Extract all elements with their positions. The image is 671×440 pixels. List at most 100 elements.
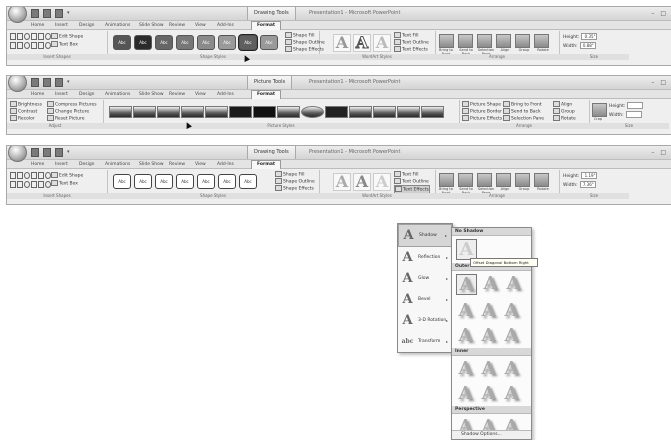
picture-effects-button[interactable]: Picture Effects bbox=[462, 115, 502, 123]
tab-format[interactable]: Format bbox=[251, 160, 282, 169]
rotate-icon[interactable] bbox=[534, 173, 549, 187]
redo-icon[interactable] bbox=[55, 148, 63, 157]
picture-style-swatch[interactable] bbox=[133, 106, 156, 118]
align-icon[interactable] bbox=[496, 173, 511, 187]
shape-style-swatch[interactable]: Abc bbox=[218, 174, 236, 189]
rotate-icon[interactable] bbox=[534, 34, 549, 48]
shape-style-swatch[interactable]: Abc bbox=[134, 35, 152, 50]
selection-pane-icon[interactable] bbox=[477, 34, 492, 48]
qat-dropdown-icon[interactable]: ▾ bbox=[67, 78, 70, 87]
picture-style-swatch[interactable] bbox=[349, 106, 372, 118]
text-box-button[interactable]: Text Box bbox=[51, 180, 78, 188]
edit-shape-button[interactable]: Edit Shape bbox=[51, 33, 83, 41]
bring-to-front-icon[interactable] bbox=[439, 34, 454, 48]
tab-slide-show[interactable]: Slide Show bbox=[139, 161, 164, 168]
tab-design[interactable]: Design bbox=[79, 91, 95, 98]
inner-shadow-option[interactable]: A bbox=[502, 384, 521, 403]
picture-style-swatch[interactable] bbox=[181, 106, 204, 118]
shape-style-swatch[interactable]: Abc bbox=[218, 35, 236, 50]
inner-shadow-option[interactable]: A bbox=[456, 359, 475, 378]
save-icon[interactable] bbox=[31, 9, 39, 18]
shape-style-swatch[interactable]: Abc bbox=[155, 174, 173, 189]
edit-shape-button[interactable]: Edit Shape bbox=[51, 172, 83, 180]
outer-shadow-option[interactable]: A bbox=[479, 301, 498, 320]
picture-style-swatch[interactable] bbox=[301, 106, 324, 118]
undo-icon[interactable] bbox=[43, 78, 51, 87]
shape-style-swatch[interactable]: Abc bbox=[176, 35, 194, 50]
shape-effects-button[interactable]: Shape Effects bbox=[285, 46, 324, 54]
tab-add-ins[interactable]: Add-Ins bbox=[217, 22, 234, 29]
minimize-icon[interactable]: – bbox=[651, 79, 654, 86]
picture-style-swatch[interactable] bbox=[205, 106, 228, 118]
height-spinner[interactable]: Height: 1.19" bbox=[563, 172, 598, 180]
picture-style-swatch[interactable] bbox=[325, 106, 348, 118]
tab-review[interactable]: Review bbox=[169, 161, 185, 168]
inner-shadow-option[interactable]: A bbox=[479, 384, 498, 403]
height-spinner[interactable]: Height: 0.35" bbox=[563, 33, 598, 41]
crop-icon[interactable] bbox=[592, 103, 607, 117]
save-icon[interactable] bbox=[31, 148, 39, 157]
tab-add-ins[interactable]: Add-Ins bbox=[217, 91, 234, 98]
shape-style-swatch[interactable]: Abc bbox=[134, 174, 152, 189]
tab-add-ins[interactable]: Add-Ins bbox=[217, 161, 234, 168]
selection-pane-button[interactable]: Selection Pane bbox=[503, 115, 544, 123]
group-icon[interactable] bbox=[515, 34, 530, 48]
tab-animations[interactable]: Animations bbox=[105, 22, 130, 29]
shape-style-swatch[interactable]: Abc bbox=[197, 174, 215, 189]
wordart-style-swatch[interactable]: A bbox=[333, 173, 351, 191]
tab-slide-show[interactable]: Slide Show bbox=[139, 91, 164, 98]
width-spinner[interactable]: Width: 0.88" bbox=[563, 42, 596, 50]
picture-style-swatch[interactable] bbox=[229, 106, 252, 118]
text-effects-button[interactable]: Text Effects bbox=[394, 46, 428, 54]
tab-insert[interactable]: Insert bbox=[55, 91, 68, 98]
picture-style-swatch[interactable] bbox=[421, 106, 444, 118]
shapes-gallery[interactable] bbox=[10, 172, 51, 188]
outer-shadow-option[interactable]: A bbox=[504, 274, 523, 293]
inner-shadow-option[interactable]: A bbox=[502, 359, 521, 378]
wordart-style-swatch[interactable]: A bbox=[353, 173, 371, 191]
tab-home[interactable]: Home bbox=[31, 22, 44, 29]
no-shadow-option[interactable]: A bbox=[456, 239, 477, 260]
shape-style-swatch[interactable]: Abc bbox=[197, 35, 215, 50]
shape-style-swatch[interactable]: Abc bbox=[260, 35, 278, 50]
shape-style-swatch[interactable]: Abc bbox=[176, 174, 194, 189]
picture-style-swatch[interactable] bbox=[109, 106, 132, 118]
tab-insert[interactable]: Insert bbox=[55, 161, 68, 168]
picture-style-swatch[interactable] bbox=[397, 106, 420, 118]
qat-dropdown-icon[interactable]: ▾ bbox=[67, 148, 70, 157]
shapes-gallery[interactable] bbox=[10, 33, 51, 49]
tab-insert[interactable]: Insert bbox=[55, 22, 68, 29]
group-icon[interactable] bbox=[515, 173, 530, 187]
outer-shadow-option[interactable]: A bbox=[456, 274, 477, 295]
picture-style-swatch[interactable] bbox=[277, 106, 300, 118]
undo-icon[interactable] bbox=[43, 9, 51, 18]
qat-dropdown-icon[interactable]: ▾ bbox=[67, 9, 70, 18]
tab-format[interactable]: Format bbox=[251, 90, 282, 99]
redo-icon[interactable] bbox=[55, 78, 63, 87]
shape-style-swatch-selected[interactable]: Abc bbox=[239, 35, 257, 50]
tab-slide-show[interactable]: Slide Show bbox=[139, 22, 164, 29]
tab-review[interactable]: Review bbox=[169, 91, 185, 98]
outer-shadow-option[interactable]: A bbox=[481, 274, 500, 293]
text-box-button[interactable]: Text Box bbox=[51, 41, 78, 49]
tab-home[interactable]: Home bbox=[31, 91, 44, 98]
reset-picture-button[interactable]: Reset Picture bbox=[47, 115, 84, 123]
menu-item-3d-rotation[interactable]: A 3-D Rotation ▸ bbox=[398, 310, 452, 331]
tab-animations[interactable]: Animations bbox=[105, 161, 130, 168]
picture-style-swatch[interactable] bbox=[373, 106, 396, 118]
minimize-icon[interactable]: – bbox=[651, 10, 654, 17]
wordart-style-swatch[interactable]: A bbox=[333, 34, 351, 52]
outer-shadow-option[interactable]: A bbox=[502, 326, 521, 345]
maximize-icon[interactable]: □ bbox=[660, 10, 666, 17]
menu-item-bevel[interactable]: A Bevel ▸ bbox=[398, 289, 452, 310]
tab-design[interactable]: Design bbox=[79, 161, 95, 168]
minimize-icon[interactable]: – bbox=[651, 149, 654, 156]
tab-review[interactable]: Review bbox=[169, 22, 185, 29]
menu-item-shadow[interactable]: A Shadow ▸ bbox=[398, 224, 452, 247]
width-spinner[interactable]: Width: 7.36" bbox=[563, 181, 596, 189]
save-icon[interactable] bbox=[31, 78, 39, 87]
outer-shadow-option[interactable]: A bbox=[456, 301, 475, 320]
picture-style-swatch[interactable] bbox=[157, 106, 180, 118]
outer-shadow-option[interactable]: A bbox=[502, 301, 521, 320]
menu-item-glow[interactable]: A Glow ▸ bbox=[398, 268, 452, 289]
